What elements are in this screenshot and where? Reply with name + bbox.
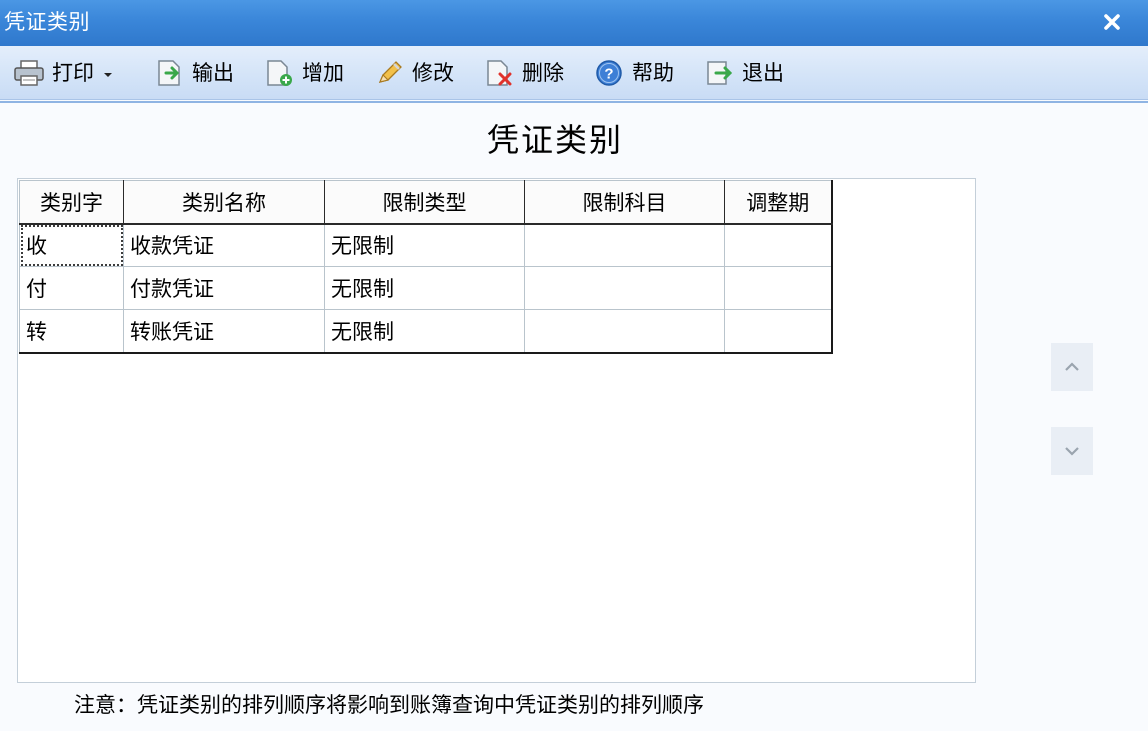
footer-note: 注意：凭证类别的排列顺序将影响到账簿查询中凭证类别的排列顺序: [74, 693, 704, 717]
cell-type-char[interactable]: 付: [19, 266, 124, 310]
toolbar: 打印 输出 增加 修改 删除 ? 帮助 退出: [0, 46, 1148, 103]
edit-label: 修改: [412, 61, 454, 85]
cell-restriction-type[interactable]: 无限制: [324, 309, 525, 353]
cell-adjustment-period[interactable]: [724, 266, 832, 310]
close-icon: [1104, 14, 1120, 30]
delete-document-icon: [487, 60, 512, 86]
help-label: 帮助: [632, 61, 674, 85]
move-up-button[interactable]: [1051, 343, 1093, 391]
page-title: 凭证类别: [486, 121, 623, 159]
help-button[interactable]: ? 帮助: [594, 58, 674, 88]
cell-restriction-type[interactable]: 无限制: [324, 223, 525, 267]
toolbar-divider: [0, 101, 1148, 103]
help-icon: ?: [596, 60, 622, 86]
printer-icon: [14, 60, 44, 86]
add-button[interactable]: 增加: [264, 58, 344, 88]
exit-label: 退出: [742, 61, 784, 85]
chevron-down-icon: [1065, 447, 1079, 456]
voucher-type-table: 类别字 类别名称 限制类型 限制科目 调整期 收 收款凭证 无限制 付 付款凭证…: [19, 180, 833, 354]
cell-restriction-account[interactable]: [524, 266, 725, 310]
print-button[interactable]: 打印: [12, 58, 118, 88]
cell-type-name[interactable]: 转账凭证: [123, 309, 325, 353]
table-row[interactable]: 收 收款凭证 无限制: [19, 223, 832, 267]
exit-icon: [707, 61, 733, 85]
delete-button[interactable]: 删除: [484, 58, 564, 88]
cell-adjustment-period[interactable]: [724, 309, 832, 353]
chevron-up-icon: [1065, 362, 1079, 371]
edit-button[interactable]: 修改: [374, 58, 454, 88]
add-document-icon: [267, 60, 292, 86]
caret-down-icon[interactable]: [98, 59, 118, 87]
print-label: 打印: [52, 61, 94, 85]
exit-button[interactable]: 退出: [704, 58, 784, 88]
cell-restriction-account[interactable]: [524, 309, 725, 353]
export-icon: [158, 60, 180, 86]
close-button[interactable]: [1096, 6, 1128, 38]
move-down-button[interactable]: [1051, 427, 1093, 475]
header-restriction-account[interactable]: 限制科目: [524, 180, 725, 225]
title-bar: 凭证类别: [0, 0, 1148, 46]
svg-text:?: ?: [604, 66, 613, 83]
header-adjustment-period[interactable]: 调整期: [724, 180, 832, 225]
cell-restriction-type[interactable]: 无限制: [324, 266, 525, 310]
cell-restriction-account[interactable]: [524, 223, 725, 267]
window-title: 凭证类别: [4, 10, 90, 34]
header-type-char[interactable]: 类别字: [19, 180, 124, 225]
header-restriction-type[interactable]: 限制类型: [324, 180, 525, 225]
cell-type-name[interactable]: 付款凭证: [123, 266, 325, 310]
delete-label: 删除: [522, 61, 564, 85]
table-header-row: 类别字 类别名称 限制类型 限制科目 调整期: [19, 180, 832, 225]
export-label: 输出: [192, 61, 234, 85]
cell-type-name[interactable]: 收款凭证: [123, 223, 325, 267]
export-button[interactable]: 输出: [154, 58, 234, 88]
cell-type-char[interactable]: 收: [19, 223, 124, 267]
cell-type-char[interactable]: 转: [19, 309, 124, 353]
pencil-icon: [378, 61, 402, 83]
add-label: 增加: [302, 61, 344, 85]
table-row[interactable]: 转 转账凭证 无限制: [19, 309, 832, 353]
table-row[interactable]: 付 付款凭证 无限制: [19, 266, 832, 310]
header-type-name[interactable]: 类别名称: [123, 180, 325, 225]
cell-adjustment-period[interactable]: [724, 223, 832, 267]
